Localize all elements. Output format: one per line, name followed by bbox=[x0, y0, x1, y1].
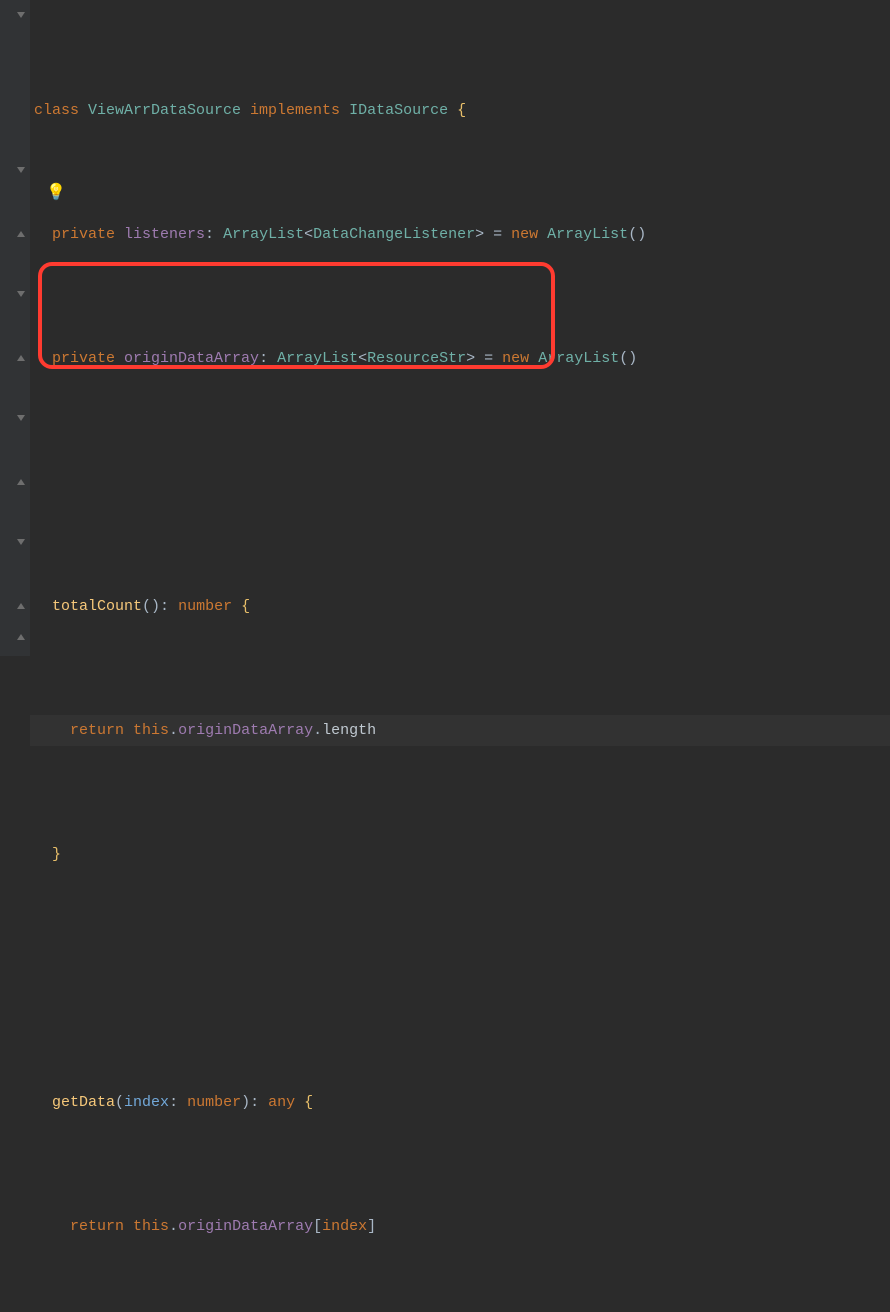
punct: > bbox=[475, 226, 484, 243]
punct: () bbox=[628, 226, 646, 243]
brace: { bbox=[232, 598, 250, 615]
punct: () bbox=[619, 350, 637, 367]
punct: < bbox=[304, 226, 313, 243]
type: ArrayList bbox=[277, 350, 358, 367]
punct: ] bbox=[367, 1218, 376, 1235]
property: length bbox=[322, 722, 376, 739]
keyword: new bbox=[511, 226, 547, 243]
fold-close-icon[interactable] bbox=[15, 599, 27, 611]
type: ResourceStr bbox=[367, 350, 466, 367]
code-line[interactable]: } bbox=[30, 839, 890, 870]
punct: . bbox=[169, 1218, 178, 1235]
property: listeners bbox=[124, 226, 205, 243]
code-line[interactable] bbox=[30, 467, 890, 498]
punct: < bbox=[358, 350, 367, 367]
property: originDataArray bbox=[124, 350, 259, 367]
indent bbox=[34, 226, 52, 243]
code-line[interactable]: totalCount(): number { bbox=[30, 591, 890, 622]
fold-icon[interactable] bbox=[15, 289, 27, 301]
fold-close-icon[interactable] bbox=[15, 227, 27, 239]
property: originDataArray bbox=[178, 722, 313, 739]
type: DataChangeListener bbox=[313, 226, 475, 243]
type: number bbox=[187, 1094, 241, 1111]
this: this bbox=[133, 722, 169, 739]
code-editor[interactable]: 💡 class ViewArrDataSource implements IDa… bbox=[0, 0, 890, 1312]
type: ArrayList bbox=[223, 226, 304, 243]
keyword: return bbox=[70, 722, 133, 739]
type: IDataSource bbox=[349, 102, 448, 119]
fold-icon[interactable] bbox=[15, 537, 27, 549]
type: number bbox=[178, 598, 232, 615]
punct: > bbox=[466, 350, 475, 367]
keyword: implements bbox=[241, 102, 349, 119]
punct: = bbox=[484, 226, 511, 243]
type: any bbox=[268, 1094, 295, 1111]
type: ViewArrDataSource bbox=[88, 102, 241, 119]
index: index bbox=[322, 1218, 367, 1235]
punct: . bbox=[313, 722, 322, 739]
brace: { bbox=[448, 102, 466, 119]
code-line[interactable] bbox=[30, 963, 890, 994]
this: this bbox=[133, 1218, 169, 1235]
fold-close-icon[interactable] bbox=[15, 630, 27, 642]
punct: : bbox=[169, 1094, 187, 1111]
punct: : bbox=[205, 226, 223, 243]
lightbulb-icon[interactable]: 💡 bbox=[46, 178, 66, 209]
code-line[interactable]: class ViewArrDataSource implements IData… bbox=[30, 95, 890, 126]
indent bbox=[34, 350, 52, 367]
fold-icon[interactable] bbox=[15, 413, 27, 425]
brace: { bbox=[295, 1094, 313, 1111]
fold-close-icon[interactable] bbox=[15, 351, 27, 363]
punct: = bbox=[475, 350, 502, 367]
keyword: new bbox=[502, 350, 538, 367]
punct: () bbox=[142, 598, 160, 615]
code-line-active[interactable]: return this.originDataArray.length bbox=[30, 715, 890, 746]
property: originDataArray bbox=[178, 1218, 313, 1235]
punct: ( bbox=[115, 1094, 124, 1111]
type: ArrayList bbox=[547, 226, 628, 243]
punct: ) bbox=[241, 1094, 250, 1111]
punct: [ bbox=[313, 1218, 322, 1235]
param: index bbox=[124, 1094, 169, 1111]
function: getData bbox=[52, 1094, 115, 1111]
keyword: class bbox=[34, 102, 88, 119]
function: totalCount bbox=[52, 598, 142, 615]
gutter bbox=[0, 0, 30, 656]
code-area[interactable]: class ViewArrDataSource implements IData… bbox=[0, 2, 890, 1312]
punct: : bbox=[250, 1094, 268, 1111]
punct: : bbox=[259, 350, 277, 367]
punct: : bbox=[160, 598, 178, 615]
code-line[interactable]: getData(index: number): any { bbox=[30, 1087, 890, 1118]
punct: . bbox=[169, 722, 178, 739]
code-line[interactable]: private listeners: ArrayList<DataChangeL… bbox=[30, 219, 890, 250]
fold-icon[interactable] bbox=[15, 165, 27, 177]
keyword: private bbox=[52, 226, 124, 243]
code-line[interactable]: return this.originDataArray[index] bbox=[30, 1211, 890, 1242]
indent bbox=[34, 598, 52, 615]
indent bbox=[34, 846, 52, 863]
indent bbox=[34, 1094, 52, 1111]
code-line[interactable]: private originDataArray: ArrayList<Resou… bbox=[30, 343, 890, 374]
keyword: private bbox=[52, 350, 124, 367]
fold-icon[interactable] bbox=[15, 10, 27, 22]
indent bbox=[34, 722, 70, 739]
indent bbox=[34, 1218, 70, 1235]
type: ArrayList bbox=[538, 350, 619, 367]
keyword: return bbox=[70, 1218, 133, 1235]
fold-close-icon[interactable] bbox=[15, 475, 27, 487]
brace: } bbox=[52, 846, 61, 863]
